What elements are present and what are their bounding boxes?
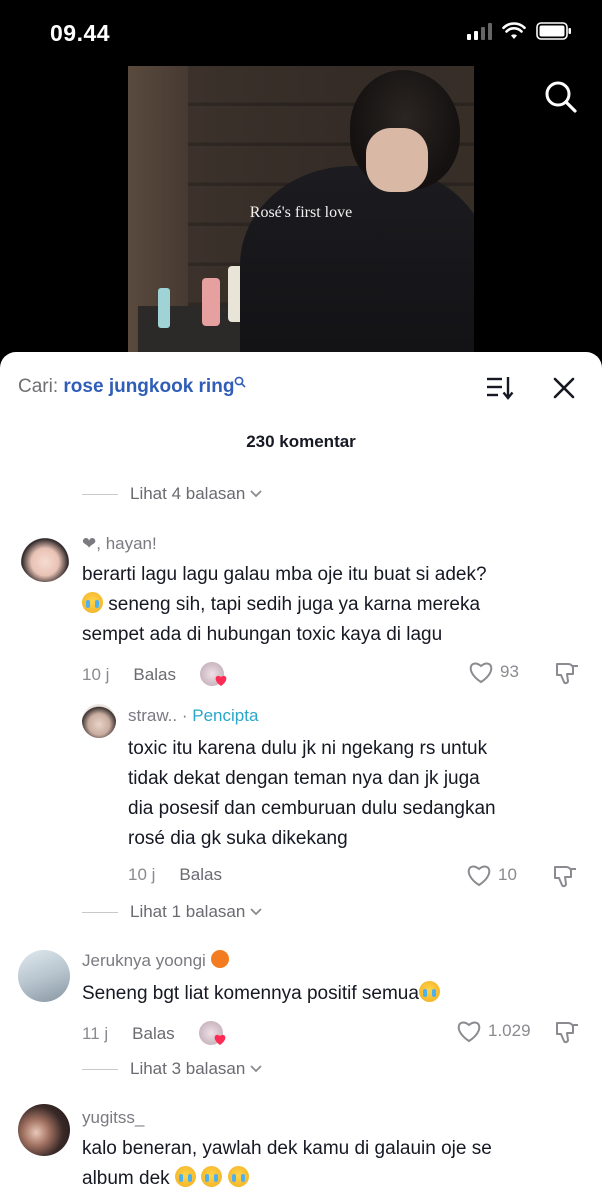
comment-time: 10 j	[128, 865, 156, 884]
view-replies-label: Lihat 3 balasan	[130, 1059, 246, 1078]
view-replies-label: Lihat 1 balasan	[130, 902, 246, 921]
dislike-icon[interactable]	[552, 863, 578, 889]
comment-username[interactable]: ❤︎, hayan!	[82, 534, 157, 554]
chevron-down-icon	[250, 908, 262, 916]
comment-text: berarti lagu lagu galau mba oje itu buat…	[82, 564, 487, 585]
comment-text-line: Seneng bgt liat komennya positif semua	[82, 979, 440, 1009]
like-count: 93	[500, 662, 519, 681]
reply-text-line: toxic itu karena dulu jk ni ngekang rs u…	[128, 738, 488, 759]
comments-sheet: Cari: rose jungkook ring 230 komentar Li…	[0, 352, 602, 1200]
reply-button[interactable]: Balas	[133, 665, 176, 685]
crying-emoji-icon	[418, 981, 440, 1002]
like-count: 1.029	[488, 1021, 531, 1040]
avatar[interactable]	[18, 1104, 70, 1156]
video-caption: Rosé's first love	[249, 204, 353, 221]
video-bottle	[158, 288, 170, 328]
avatar[interactable]	[18, 950, 70, 1002]
reply-meta: 10 j Balas	[128, 865, 222, 885]
reply-text-line: dia posesif dan cemburuan dulu sedangkan	[128, 798, 496, 819]
creator-badge: Pencipta	[192, 706, 259, 725]
avatar[interactable]	[82, 704, 116, 738]
video-player[interactable]: Rosé's first love	[128, 66, 474, 354]
comment-text: album dek	[82, 1168, 170, 1189]
comment-text: Seneng bgt liat komennya positif semua	[82, 983, 419, 1004]
comment-username[interactable]: Jeruknya yoongi	[82, 951, 206, 970]
comment-text: seneng sih, tapi sedih juga ya karna mer…	[108, 594, 481, 615]
status-bar: 09.44	[0, 0, 602, 64]
status-icons	[467, 22, 572, 40]
comment-text: sempet ada di hubungan toxic kaya di lag…	[82, 624, 443, 645]
search-icon[interactable]	[544, 80, 578, 114]
reply-username[interactable]: straw..	[128, 706, 177, 725]
comment-time: 11 j	[82, 1024, 109, 1043]
heart-icon	[457, 1021, 481, 1043]
creator-liked-badge	[199, 662, 228, 688]
avatar[interactable]	[20, 532, 70, 582]
comment-text-line: seneng sih, tapi sedih juga ya karna mer…	[82, 590, 480, 620]
comment-text-line: album dek	[82, 1164, 249, 1194]
video-person-body	[240, 166, 474, 354]
reply-text-line: rosé dia gk suka dikekang	[128, 828, 348, 849]
comment-count: 230 komentar	[246, 432, 356, 451]
close-icon[interactable]	[552, 376, 576, 400]
video-person-face	[366, 128, 428, 192]
like-button[interactable]: 10	[466, 863, 517, 887]
comments-header: Cari: rose jungkook ring	[0, 352, 602, 422]
battery-icon	[536, 22, 571, 40]
sort-icon[interactable]	[485, 374, 515, 402]
view-replies-button[interactable]: Lihat 4 balasan	[82, 484, 263, 504]
comment-text-line: berarti lagu lagu galau mba oje itu buat…	[82, 560, 487, 590]
reply-username-line: straw.. · Pencipta	[128, 706, 258, 726]
divider	[82, 911, 118, 913]
orange-emoji-icon	[210, 950, 229, 968]
status-time: 09.44	[50, 20, 111, 46]
crying-emoji-icon	[174, 1166, 196, 1187]
divider	[82, 493, 118, 495]
chevron-down-icon	[250, 490, 262, 498]
crying-emoji-icon	[227, 1166, 249, 1187]
crying-emoji-icon	[201, 1166, 223, 1187]
crying-emoji-icon	[82, 592, 103, 613]
search-prefix: Cari:	[18, 376, 59, 397]
wifi-icon	[502, 22, 526, 39]
heart-icon	[469, 662, 493, 684]
like-count: 10	[498, 865, 517, 884]
reply-button[interactable]: Balas	[179, 865, 222, 885]
reply-text-line: tidak dekat dengan teman nya dan jk juga	[128, 768, 480, 789]
reply-button[interactable]: Balas	[132, 1024, 175, 1044]
dislike-icon[interactable]	[554, 1019, 580, 1045]
heart-icon	[215, 675, 227, 686]
comment-meta: 10 j Balas	[82, 662, 228, 688]
signal-icon	[467, 22, 492, 40]
separator-dot: ·	[181, 706, 188, 725]
view-replies-label: Lihat 4 balasan	[130, 484, 246, 503]
search-icon	[235, 376, 247, 388]
heart-icon	[467, 865, 491, 887]
comment-text-line: sempet ada di hubungan toxic kaya di lag…	[82, 620, 442, 650]
chevron-down-icon	[250, 1065, 262, 1073]
creator-liked-badge	[198, 1021, 227, 1047]
like-button[interactable]: 93	[468, 660, 519, 684]
search-query-link[interactable]: rose jungkook ring	[63, 376, 234, 397]
video-bottle	[202, 278, 220, 326]
view-replies-button[interactable]: Lihat 3 balasan	[82, 1059, 263, 1079]
comment-time: 10 j	[82, 665, 110, 684]
comment-username[interactable]: yugitss_	[82, 1108, 144, 1128]
like-button[interactable]: 1.029	[456, 1019, 531, 1043]
search-suggestion[interactable]: Cari: rose jungkook ring	[18, 376, 247, 398]
comment-username-line: Jeruknya yoongi	[82, 950, 229, 971]
comment-text-line: kalo beneran, yawlah dek kamu di galauin…	[82, 1138, 492, 1159]
divider	[82, 1068, 118, 1070]
dislike-icon[interactable]	[554, 660, 580, 686]
comment-meta: 11 j Balas	[82, 1021, 227, 1047]
heart-icon	[214, 1034, 226, 1045]
view-replies-button[interactable]: Lihat 1 balasan	[82, 902, 263, 922]
